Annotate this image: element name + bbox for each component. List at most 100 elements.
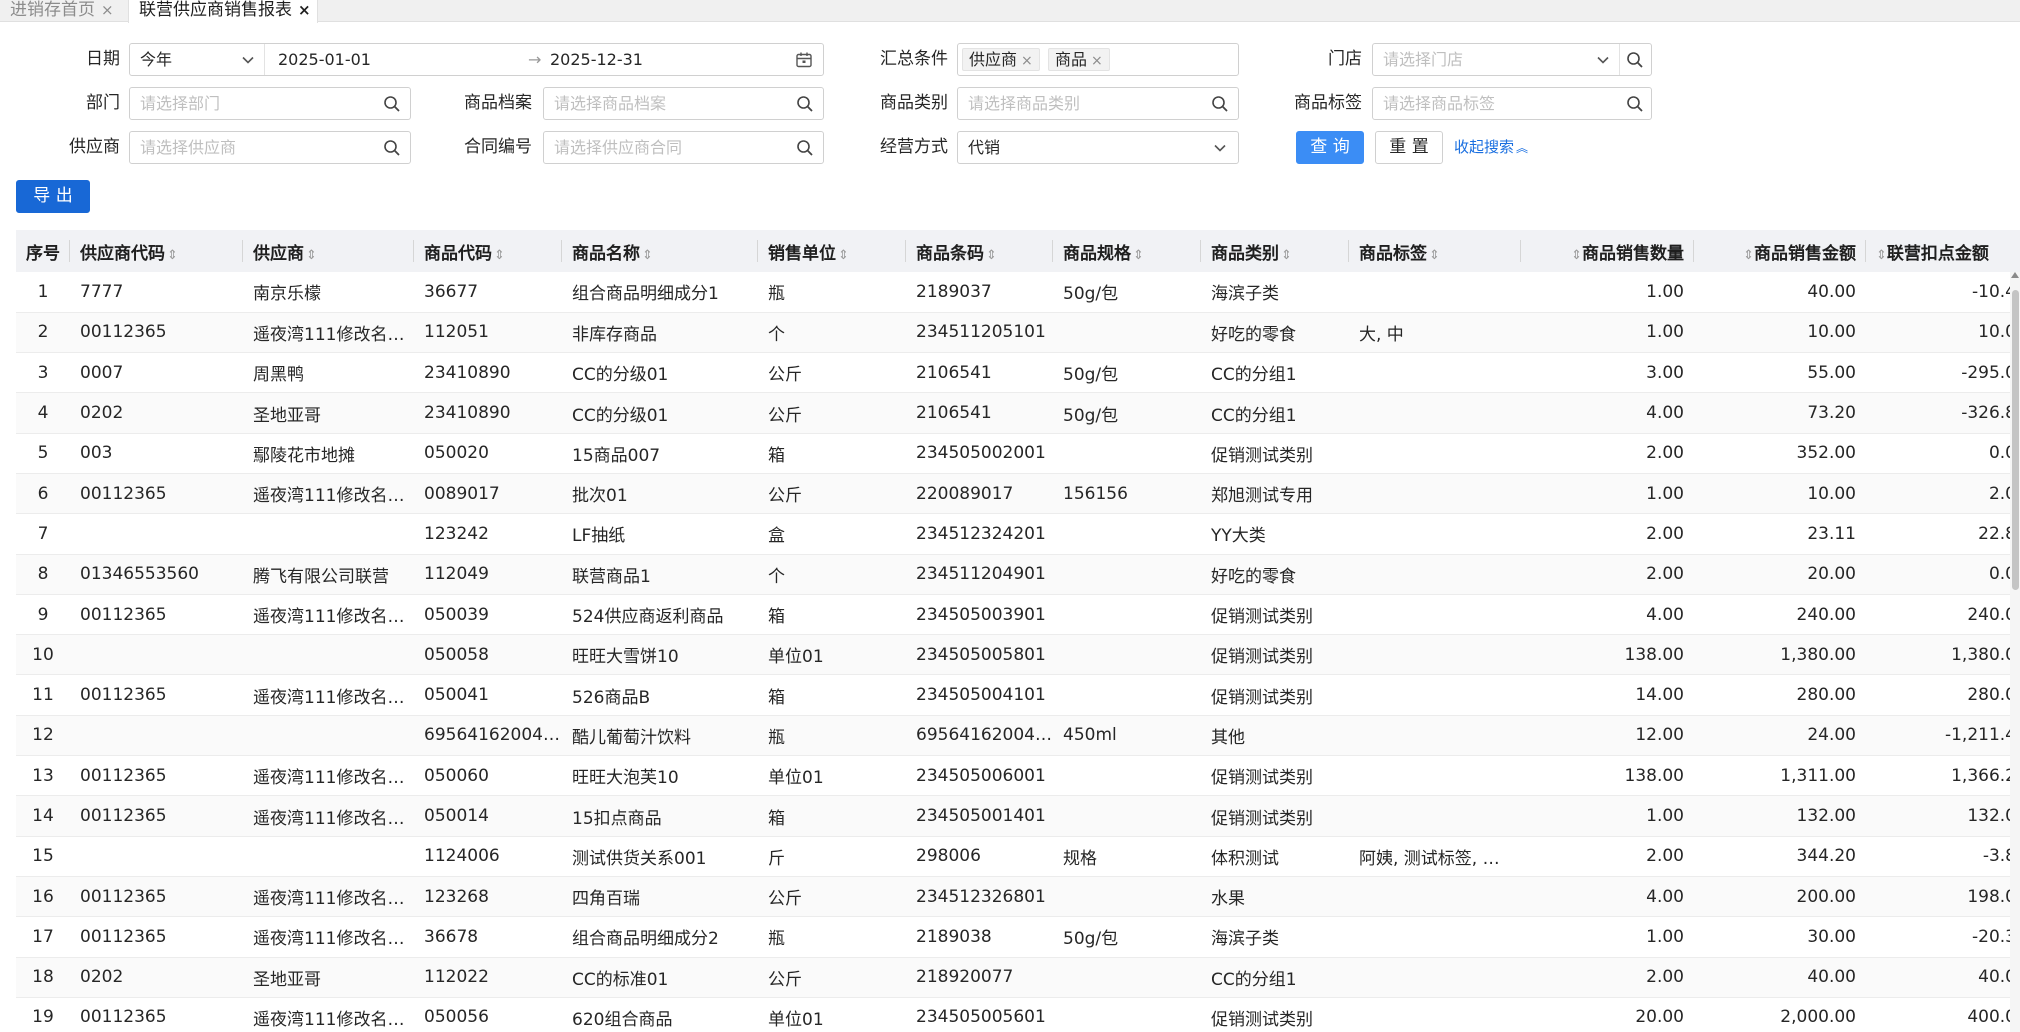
table-cell: 1,380.0 [1866,634,2020,676]
scrollbar-thumb[interactable] [2012,290,2019,590]
date-end-input[interactable]: 2025-12-31 [550,44,643,75]
reset-button[interactable]: 重 置 [1375,131,1443,164]
table-cell: 2189037 [906,272,1053,313]
table-row[interactable]: 19 00112365 遥夜湾111修改名… 050056 620组合商品 单位01 234… [16,997,2020,1032]
table-row[interactable]: 18 0202 圣地亚哥 112022 CC的标准01 公斤 218920077 CC的分组1… [16,957,2020,998]
sort-icon[interactable]: ⇕ [167,248,178,263]
col-header-product-name[interactable]: 商品名称 ⇕ [562,230,758,272]
table-row[interactable]: 1 7777 南京乐檬 36677 组合商品明细成分1 瓶 2189037 50g/包 海滨子类… [16,272,2020,313]
supplier-input[interactable]: 请选择供应商 [129,131,411,164]
col-header-supplier-code[interactable]: 供应商代码 ⇕ [70,230,243,272]
table-cell: 10.00 [1694,473,1866,515]
tab-bar: 进销存首页 × 联营供应商销售报表 × [0,0,2020,23]
sort-icon[interactable]: ⇕ [1429,248,1440,263]
table-row[interactable]: 5 003 鄢陵花市地摊 050020 15商品007 箱 234505002001 促销测试… [16,433,2020,474]
chevron-down-icon [238,50,258,70]
col-header-sales-unit[interactable]: 销售单位 ⇕ [758,230,906,272]
product-file-input[interactable]: 请选择商品档案 [543,87,824,120]
col-header-spec[interactable]: 商品规格 ⇕ [1053,230,1201,272]
col-header-tag[interactable]: 商品标签 ⇕ [1349,230,1521,272]
table-row[interactable]: 8 01346553560 腾飞有限公司联营 112049 联营商品1 个 23451120… [16,554,2020,595]
table-cell: 促销测试类别 [1201,795,1349,837]
sort-icon[interactable]: ⇕ [1281,248,1292,263]
table-cell: 003 [70,433,243,474]
table-row[interactable]: 12 6956416200456 酷儿葡萄汁饮料瓶 6956416200456 450m… [16,715,2020,757]
table-cell: -3.8 [1866,836,2020,877]
close-icon[interactable]: × [1021,53,1033,69]
table-row[interactable]: 7 123242 LF抽纸盒 234512324201 YY大类 2.00 23.11 22.… [16,513,2020,555]
col-header-barcode[interactable]: 商品条码 ⇕ [906,230,1053,272]
summary-condition-field[interactable]: 供应商 × 商品 × [957,43,1239,76]
table-cell: 11 [16,674,70,716]
sort-icon[interactable]: ⇕ [494,248,505,263]
table-cell: 2.00 [1521,433,1694,474]
business-mode-select[interactable]: 代销 [957,131,1239,164]
search-icon[interactable] [795,94,815,114]
table-cell: 1,380.00 [1694,634,1866,676]
table-cell: 138.00 [1521,755,1694,797]
close-icon[interactable]: × [101,1,114,19]
table-cell: 50g/包 [1053,352,1201,394]
tab-joint-supplier-sales-report[interactable]: 联营供应商销售报表 × [128,0,318,23]
search-icon[interactable] [1625,50,1645,70]
tag-input[interactable]: 请选择商品标签 [1372,87,1652,120]
query-button[interactable]: 查 询 [1296,131,1364,164]
col-header-sales-qty[interactable]: ⇕商品销售数量 [1521,230,1694,272]
table-cell: 0.0 [1866,554,2020,595]
table-row[interactable]: 17 00112365 遥夜湾111修改名… 36678 组合商品明细成分2 瓶 21890… [16,916,2020,958]
col-header-category[interactable]: 商品类别 ⇕ [1201,230,1349,272]
sort-icon[interactable]: ⇕ [1133,248,1144,263]
table-row[interactable]: 3 0007 周黑鸭 23410890 CC的分级01 公斤 2106541 50g/包 CC的… [16,352,2020,394]
category-input[interactable]: 请选择商品类别 [957,87,1239,120]
department-input[interactable]: 请选择部门 [129,87,411,120]
search-icon[interactable] [795,138,815,158]
search-icon[interactable] [382,138,402,158]
date-range-arrow: → [528,50,542,69]
col-header-product-code[interactable]: 商品代码 ⇕ [414,230,562,272]
table-row[interactable]: 13 00112365 遥夜湾111修改名… 050060 旺旺大泡芙10 单位01 234… [16,755,2020,797]
table-row[interactable]: 4 0202 圣地亚哥 23410890 CC的分级01 公斤 2106541 50g/包 CC… [16,392,2020,434]
store-placeholder: 请选择门店 [1383,50,1464,69]
date-start-input[interactable]: 2025-01-01 [278,44,371,75]
table-row[interactable]: 16 00112365 遥夜湾111修改名… 123268 四角百瑞 公斤 23451232… [16,876,2020,918]
sort-icon[interactable]: ⇕ [1743,248,1754,263]
date-preset-select[interactable]: 今年 [130,44,265,75]
table-cell: 1.00 [1521,795,1694,837]
table-row[interactable]: 15 1124006 测试供货关系001 斤 298006 规格 体积测试 阿姨, 测试标签,… [16,836,2020,877]
calendar-icon[interactable] [794,50,814,70]
store-select[interactable]: 请选择门店 [1372,43,1652,76]
table-cell: 3 [16,352,70,394]
table-row[interactable]: 14 00112365 遥夜湾111修改名… 050014 15扣点商品箱 2345050… [16,795,2020,837]
close-icon[interactable]: × [298,1,311,19]
search-icon[interactable] [1625,94,1645,114]
table-row[interactable]: 9 00112365 遥夜湾111修改名… 050039 524供应商返利商品箱 2345… [16,594,2020,636]
scroll-up-arrow-icon[interactable] [2011,272,2019,278]
table-row[interactable]: 2 00112365 遥夜湾111修改名… 112051 非库存商品个 234511205… [16,312,2020,354]
table-cell: 遥夜湾111修改名… [243,473,414,515]
col-header-sales-amount[interactable]: ⇕商品销售金额 [1694,230,1866,272]
sort-icon[interactable]: ⇕ [838,248,849,263]
col-header-supplier[interactable]: 供应商 ⇕ [243,230,414,272]
table-cell: 22.8 [1866,513,2020,555]
table-row[interactable]: 6 00112365 遥夜湾111修改名… 0089017 批次01 公斤 22008901… [16,473,2020,515]
search-icon[interactable] [1210,94,1230,114]
table-cell: 2.00 [1521,836,1694,877]
sort-icon[interactable]: ⇕ [986,248,997,263]
tab-inventory-home[interactable]: 进销存首页 × [0,0,125,22]
sort-icon[interactable]: ⇕ [642,248,653,263]
sort-icon[interactable]: ⇕ [1876,248,1887,263]
export-button[interactable]: 导 出 [16,180,90,213]
summary-chip-supplier: 供应商 × [962,48,1040,71]
col-header-deduction-amount[interactable]: ⇕联营扣点金额 [1866,230,2020,272]
collapse-search-link[interactable]: 收起搜索 ︽ [1454,131,1528,165]
table-row[interactable]: 10 050058 旺旺大雪饼10 单位01 234505005801 促销测试类别 138… [16,634,2020,676]
sort-icon[interactable]: ⇕ [306,248,317,263]
table-cell: 6956416200456 [414,715,562,757]
col-label: 商品销售金额 [1754,243,1856,264]
table-cell: 00112365 [70,473,243,515]
table-row[interactable]: 11 00112365 遥夜湾111修改名… 050041 526商品B 箱 2345050… [16,674,2020,716]
search-icon[interactable] [382,94,402,114]
close-icon[interactable]: × [1091,53,1103,69]
sort-icon[interactable]: ⇕ [1571,248,1582,263]
contract-input[interactable]: 请选择供应商合同 [543,131,824,164]
